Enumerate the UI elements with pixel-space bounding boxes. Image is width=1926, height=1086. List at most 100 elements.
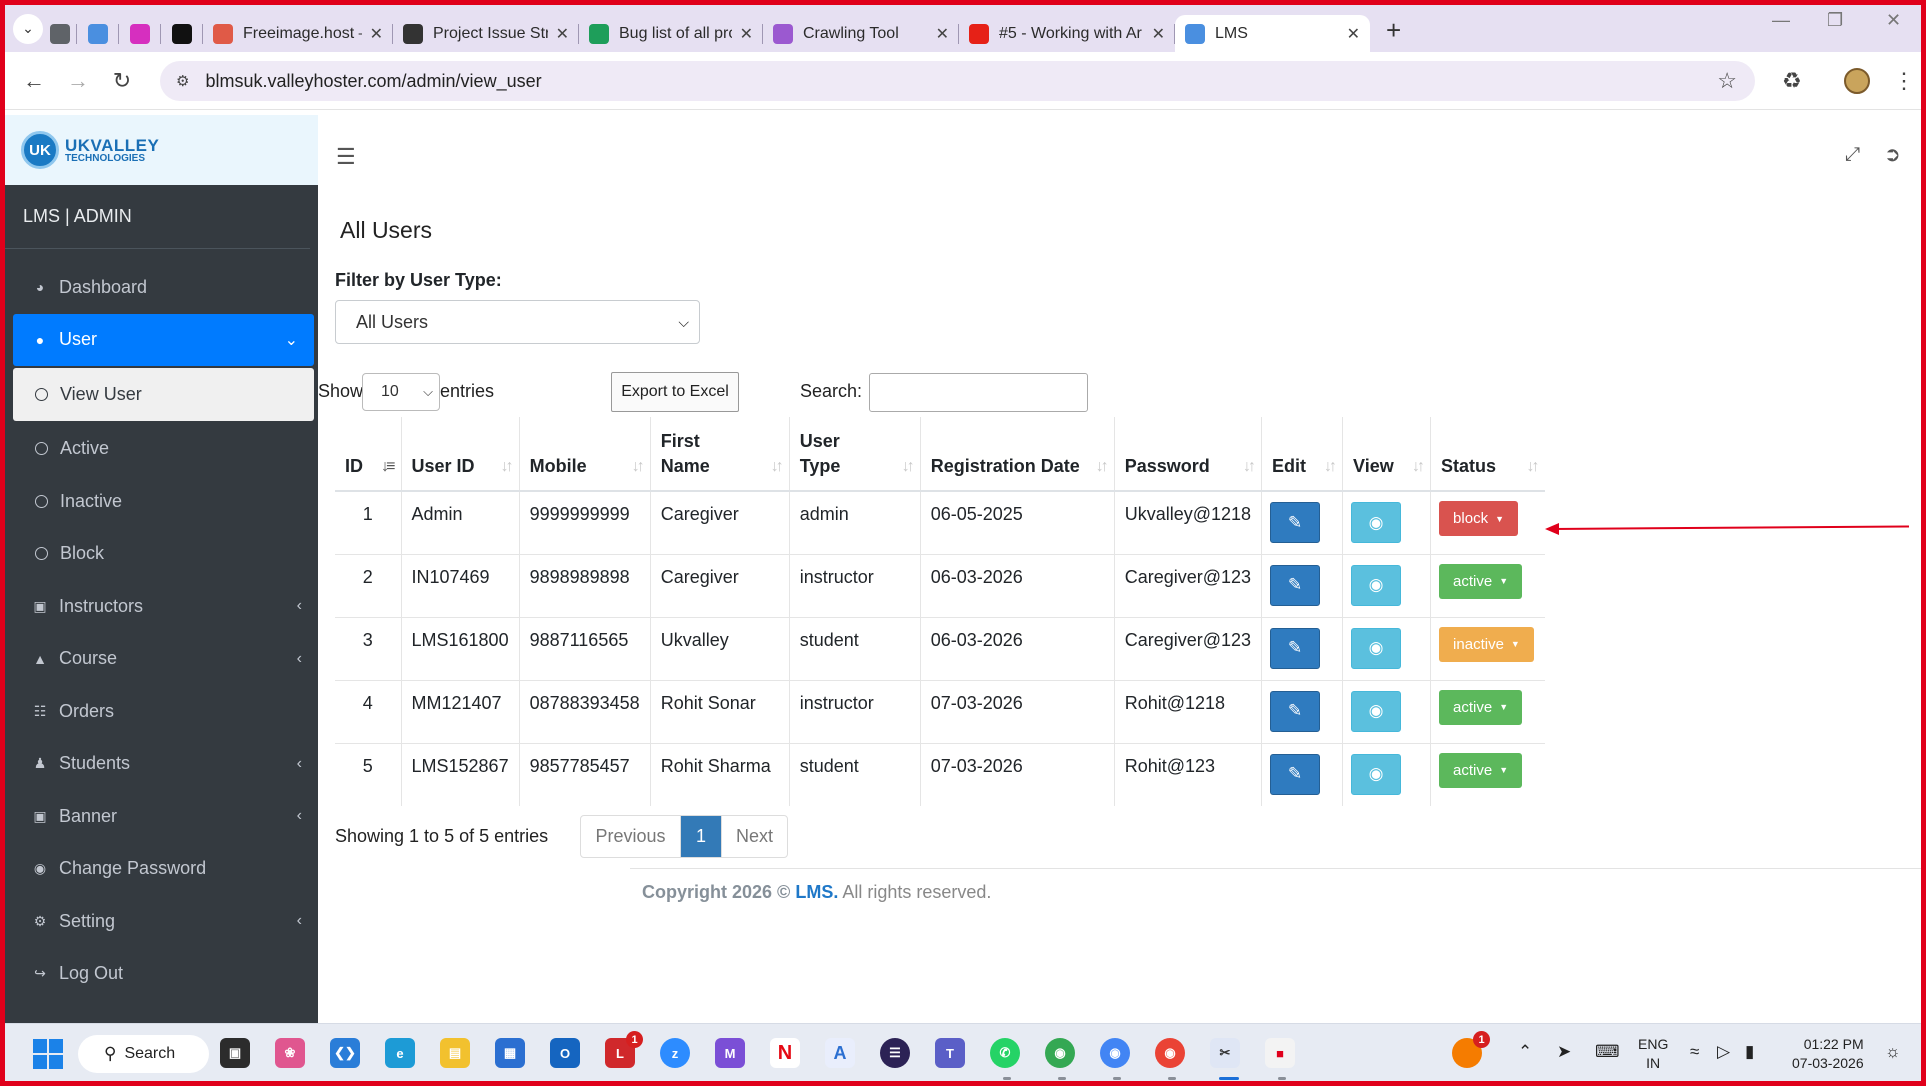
zoom-icon[interactable]: z: [660, 1038, 690, 1068]
eclipse-icon[interactable]: ☰: [880, 1038, 910, 1068]
new-tab-button[interactable]: +: [1386, 15, 1401, 46]
teams-icon[interactable]: T: [935, 1038, 965, 1068]
previous-page-button[interactable]: Previous: [581, 816, 681, 857]
site-info-icon[interactable]: ⚙: [176, 72, 189, 90]
page-1-button[interactable]: 1: [681, 816, 721, 857]
column-header-user-id[interactable]: User ID ↓↑: [400, 417, 520, 492]
column-header-edit[interactable]: Edit ↓↑: [1261, 417, 1343, 492]
browser-tab[interactable]: #5 - Working with Ar ✕: [959, 15, 1175, 52]
sidebar-item-view-user[interactable]: View User: [13, 368, 314, 421]
search-input[interactable]: [869, 373, 1088, 412]
task-view-icon[interactable]: ▣: [220, 1038, 250, 1068]
view-button[interactable]: ◉: [1351, 502, 1402, 543]
browser-tab[interactable]: Crawling Tool ✕: [763, 15, 959, 52]
next-page-button[interactable]: Next: [721, 816, 787, 857]
browser-tab[interactable]: [77, 15, 119, 52]
close-tab-icon[interactable]: ✕: [740, 24, 753, 44]
sidebar-item-inactive[interactable]: Inactive: [5, 475, 318, 528]
sidebar-item-active[interactable]: Active: [5, 423, 318, 476]
browser-tab[interactable]: [161, 15, 203, 52]
browser-tab[interactable]: [43, 15, 77, 52]
l-app-icon[interactable]: L1: [605, 1031, 643, 1068]
sidebar-item-dashboard[interactable]: ◕ Dashboard: [5, 261, 318, 314]
restore-button[interactable]: ❐: [1827, 10, 1843, 31]
windows-start-icon[interactable]: [33, 1039, 63, 1069]
user-type-filter-select[interactable]: All Users ⌵: [335, 300, 700, 344]
bookmark-star-icon[interactable]: ☆: [1717, 68, 1737, 94]
sidebar-item-course[interactable]: ▲ Course ‹: [5, 633, 318, 686]
sidebar-item-banner[interactable]: ▣ Banner ‹: [5, 790, 318, 843]
export-to-excel-button[interactable]: Export to Excel: [611, 372, 739, 412]
browser-menu-icon[interactable]: ⋮: [1893, 68, 1915, 94]
browser-tab[interactable]: Bug list of all project ✕: [579, 15, 763, 52]
chrome-icon[interactable]: ◉: [1045, 1038, 1075, 1068]
column-header-status[interactable]: Status ↓↑: [1430, 417, 1545, 492]
extensions-icon[interactable]: ♻: [1782, 68, 1802, 94]
chrome-profile-icon[interactable]: ◉: [1100, 1038, 1130, 1068]
volume-muted-icon[interactable]: ▷: [1717, 1042, 1730, 1062]
hamburger-menu-icon[interactable]: ☰: [336, 144, 356, 170]
m365-icon[interactable]: M: [715, 1038, 745, 1068]
copilot-icon[interactable]: ❀: [275, 1038, 305, 1068]
browser-tab[interactable]: LMS ✕: [1175, 15, 1370, 52]
back-icon[interactable]: ←: [19, 68, 49, 94]
sidebar-item-user[interactable]: ● User ⌄: [13, 313, 314, 366]
view-button[interactable]: ◉: [1351, 564, 1402, 606]
column-header-user-type[interactable]: User Type ↓↑: [788, 417, 921, 492]
netflix-icon[interactable]: N: [770, 1038, 800, 1068]
sidebar-item-change-password[interactable]: ◉ Change Password: [5, 843, 318, 896]
status-dropdown-button[interactable]: active ▼: [1439, 689, 1523, 725]
sidebar-item-setting[interactable]: ⚙ Setting ‹: [5, 895, 318, 948]
sidebar-item-logout[interactable]: ↪ Log Out: [5, 948, 318, 1001]
column-header-view[interactable]: View ↓↑: [1342, 417, 1431, 492]
sidebar-item-instructors[interactable]: ▣ Instructors ‹: [5, 580, 318, 633]
entries-per-page-select[interactable]: 10 ⌵: [362, 373, 440, 411]
column-header-first-name[interactable]: First Name ↓↑: [649, 417, 790, 492]
status-dropdown-button[interactable]: inactive ▼: [1439, 626, 1534, 662]
reload-icon[interactable]: ↻: [107, 68, 137, 94]
chrome-alt-icon[interactable]: ◉: [1155, 1038, 1185, 1068]
sidebar-item-orders[interactable]: ☷ Orders: [5, 685, 318, 738]
profile-avatar[interactable]: [1844, 68, 1870, 94]
browser-tab[interactable]: Freeimage.host — Im ✕: [203, 15, 393, 52]
close-tab-icon[interactable]: ✕: [556, 24, 569, 44]
view-button[interactable]: ◉: [1351, 690, 1402, 732]
browser-tab[interactable]: Project Issue Structur ✕: [393, 15, 579, 52]
edit-button[interactable]: ✎: [1270, 753, 1321, 795]
edge-icon[interactable]: e: [385, 1038, 415, 1068]
keyboard-icon[interactable]: ⌨: [1595, 1042, 1620, 1062]
store-icon[interactable]: ▦: [495, 1038, 525, 1068]
vscode-icon[interactable]: ❮❯: [330, 1038, 360, 1068]
notification-app-icon[interactable]: 1: [1452, 1031, 1490, 1068]
status-dropdown-button[interactable]: block ▼: [1439, 501, 1518, 536]
status-dropdown-button[interactable]: active ▼: [1439, 563, 1523, 599]
brand-logo[interactable]: UK UKVALLEY TECHNOLOGIES: [5, 115, 318, 185]
view-button[interactable]: ◉: [1351, 753, 1402, 795]
url-text[interactable]: blmsuk.valleyhoster.com/admin/view_user: [205, 71, 541, 92]
close-tab-icon[interactable]: ✕: [1152, 24, 1165, 44]
column-header-password[interactable]: Password ↓↑: [1113, 417, 1262, 492]
column-header-id[interactable]: ID ↓≡: [335, 417, 401, 492]
language-indicator[interactable]: ENG IN: [1638, 1035, 1668, 1073]
forward-icon[interactable]: →: [63, 68, 93, 94]
app-store-icon[interactable]: A: [825, 1038, 855, 1068]
taskbar-search[interactable]: ⚲ Search: [78, 1035, 209, 1073]
edit-button[interactable]: ✎: [1270, 564, 1321, 606]
battery-icon[interactable]: ▮: [1745, 1042, 1754, 1062]
fullscreen-icon[interactable]: ⤢: [1845, 144, 1860, 166]
logout-icon[interactable]: ➲: [1884, 142, 1901, 167]
status-dropdown-button[interactable]: active ▼: [1439, 752, 1523, 788]
notification-center-icon[interactable]: ☼: [1885, 1042, 1901, 1062]
paint-icon[interactable]: ■: [1265, 1038, 1295, 1068]
show-hidden-icons-icon[interactable]: ⌃: [1518, 1042, 1532, 1062]
close-tab-icon[interactable]: ✕: [1347, 24, 1360, 44]
location-icon[interactable]: ➤: [1557, 1042, 1571, 1062]
minimize-button[interactable]: —: [1772, 10, 1790, 31]
address-bar[interactable]: ⚙ blmsuk.valleyhoster.com/admin/view_use…: [160, 61, 1755, 101]
wifi-icon[interactable]: ≈: [1690, 1042, 1699, 1062]
tab-search-button[interactable]: ⌄: [13, 13, 43, 44]
view-button[interactable]: ◉: [1351, 627, 1402, 669]
edit-button[interactable]: ✎: [1270, 627, 1321, 669]
browser-tab[interactable]: [119, 15, 161, 52]
outlook-icon[interactable]: O: [550, 1038, 580, 1068]
